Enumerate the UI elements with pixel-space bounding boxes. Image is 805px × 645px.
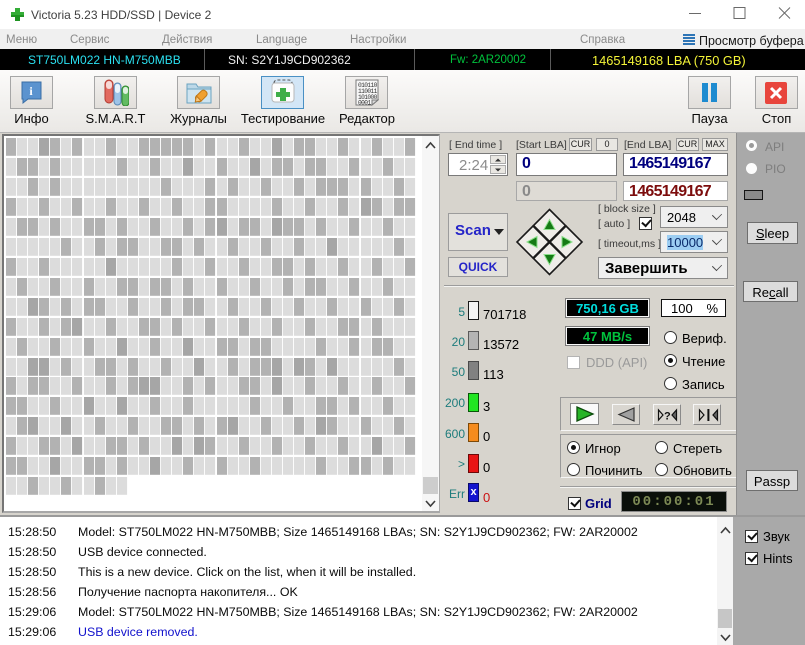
svg-text:?: ? xyxy=(664,411,671,423)
